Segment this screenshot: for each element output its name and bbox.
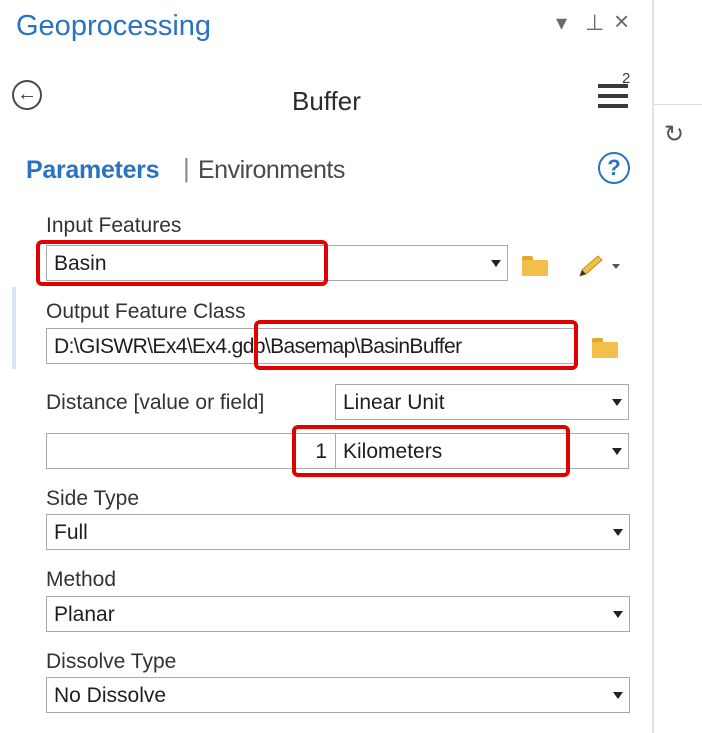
chevron-down-icon [613,692,623,699]
pencil-dropdown-icon[interactable] [612,264,620,269]
tool-name: Buffer [292,86,361,116]
distance-label: Distance [value or field] [46,391,265,414]
highlight-input-features [36,240,328,286]
folder-icon[interactable] [592,338,618,358]
pane-title: Geoprocessing [16,10,212,42]
chevron-down-icon [613,529,623,536]
chevron-down-icon [613,611,623,618]
geoprocessing-pane: Geoprocessing ▾ ⊥ × ← Buffer 2 Parameter… [0,0,646,733]
method-label: Method [46,568,117,591]
tab-parameters[interactable]: Parameters [26,156,160,185]
dissolve-type-label: Dissolve Type [46,650,177,673]
side-type-select[interactable]: Full [46,514,630,550]
pane-divider[interactable] [652,0,654,733]
chevron-down-icon [612,448,622,455]
adjacent-pane-edge [646,0,702,733]
pane-options-dropdown-icon[interactable]: ▾ [556,10,567,36]
distance-type-select[interactable]: Linear Unit [335,384,629,420]
menu-icon[interactable] [598,84,628,110]
tab-separator: | [183,153,190,183]
method-value: Planar [54,603,115,626]
folder-icon[interactable] [522,256,548,276]
side-type-label: Side Type [46,487,140,510]
active-parameter-indicator [12,287,16,369]
back-icon[interactable]: ← [12,80,42,110]
dissolve-type-value: No Dissolve [54,684,167,707]
input-features-label: Input Features [46,214,182,237]
chevron-down-icon [612,399,622,406]
highlight-distance [292,425,570,477]
distance-type-value: Linear Unit [343,391,445,414]
close-icon[interactable]: × [614,6,629,37]
output-feature-class-label: Output Feature Class [46,300,246,323]
refresh-icon[interactable]: ↻ [664,120,684,149]
help-icon[interactable]: ? [598,152,630,184]
tab-environments[interactable]: Environments [198,156,345,185]
pencil-icon[interactable] [576,254,606,278]
dissolve-type-select[interactable]: No Dissolve [46,677,630,713]
side-type-value: Full [54,521,88,544]
adjacent-divider [654,104,702,105]
chevron-down-icon [491,260,501,267]
highlight-output-path [254,320,578,370]
menu-badge: 2 [622,70,631,87]
pin-icon[interactable]: ⊥ [585,10,604,36]
method-select[interactable]: Planar [46,596,630,632]
